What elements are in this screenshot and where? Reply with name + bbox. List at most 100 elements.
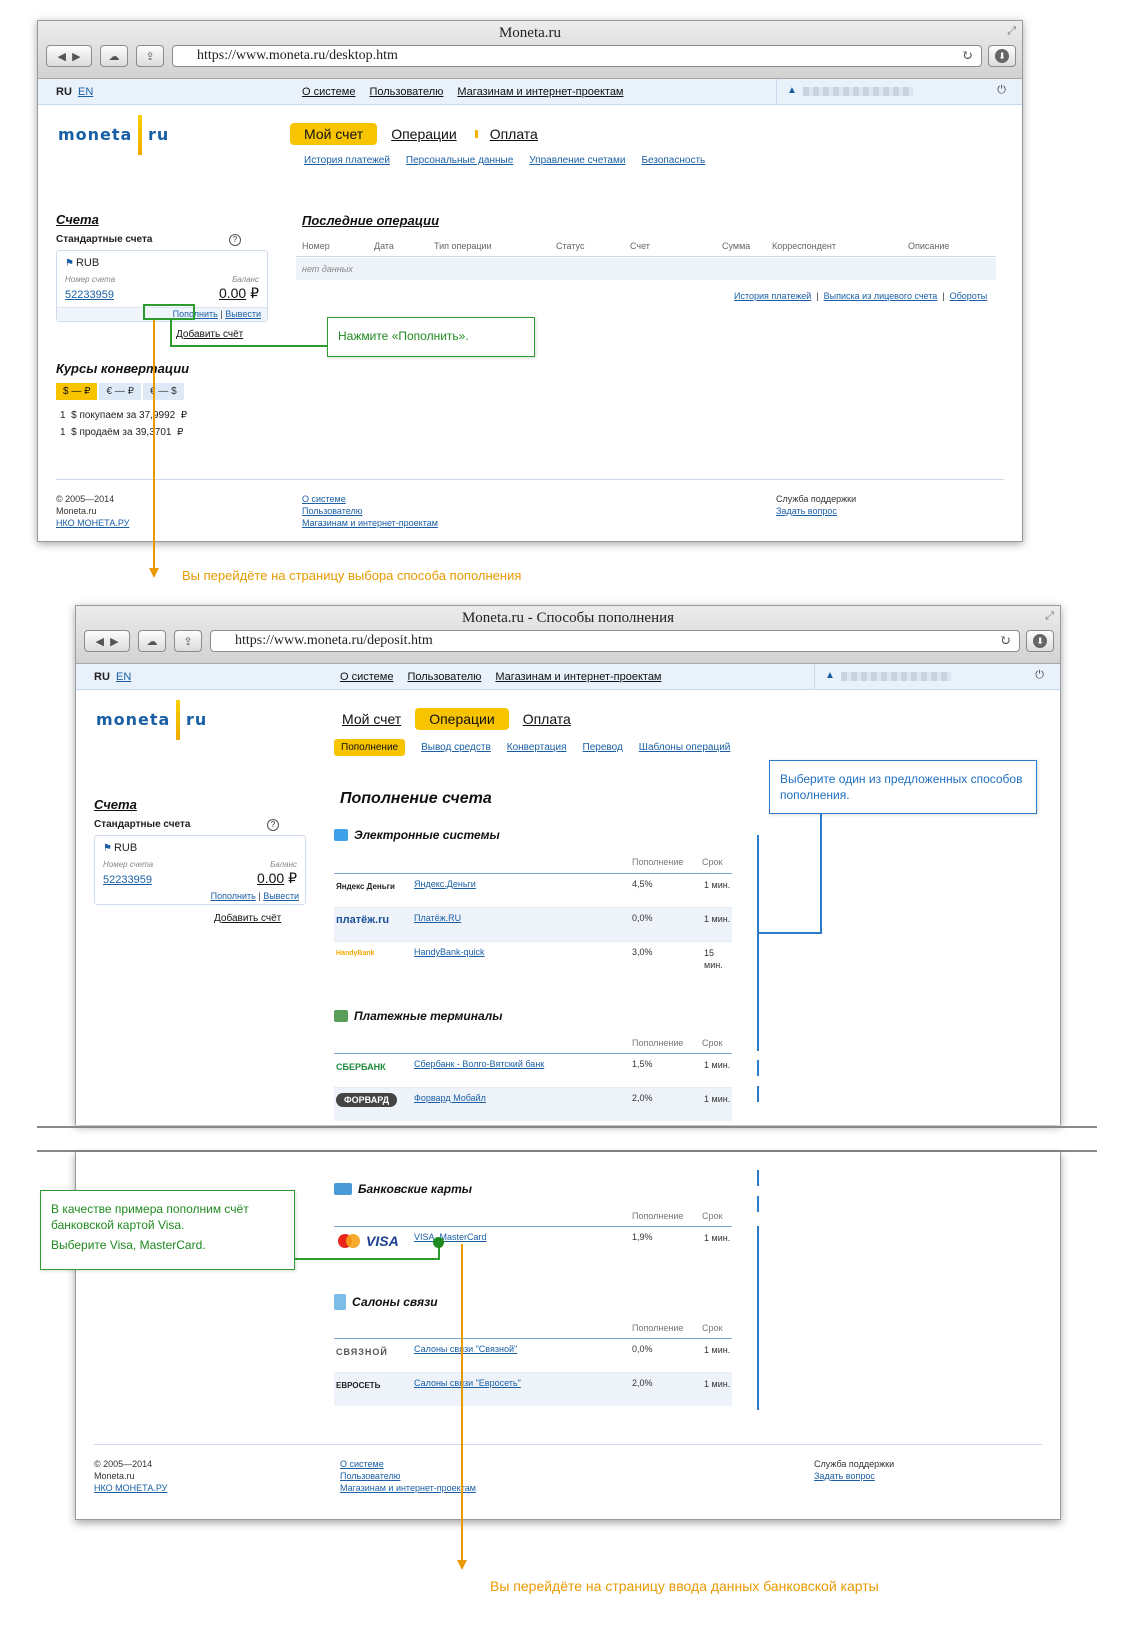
back-icon[interactable]: ◀: [57, 50, 65, 63]
moneta-logo[interactable]: moneta ru: [96, 700, 206, 740]
method-link-handybank[interactable]: HandyBank-quick: [414, 947, 485, 957]
reload-icon[interactable]: ↻: [961, 47, 973, 67]
platezh-ru-logo: платёж.ru: [336, 914, 390, 926]
add-account-link[interactable]: Добавить счёт: [176, 329, 243, 340]
expand-icon[interactable]: ⤢: [1007, 25, 1016, 38]
subnav-convert[interactable]: Конвертация: [507, 742, 567, 753]
method-pct: 0,0%: [632, 913, 653, 923]
col-topup: Пополнение: [632, 1038, 684, 1048]
bracket-blue-3: [757, 1086, 759, 1102]
account-number-link[interactable]: 52233959: [65, 289, 114, 301]
user-box[interactable]: ▲ ⏻: [814, 664, 1056, 690]
withdraw-link[interactable]: Вывести: [225, 309, 261, 319]
back-forward-buttons[interactable]: ◀ ▶: [46, 45, 92, 67]
footer-link-shops[interactable]: Магазинам и интернет-проектам: [340, 1483, 476, 1493]
ops-link-turnover[interactable]: Обороты: [950, 291, 988, 301]
footer-link-user[interactable]: Пользователю: [302, 506, 362, 516]
subnav-manage[interactable]: Управление счетами: [529, 155, 625, 166]
expand-icon[interactable]: ⤢: [1045, 610, 1054, 623]
ops-link-history[interactable]: История платежей: [734, 291, 811, 301]
nav-my-account[interactable]: Мой счет: [290, 123, 378, 145]
footer-link-about[interactable]: О системе: [340, 1459, 384, 1469]
method-link-euroset[interactable]: Салоны связи "Евросеть": [414, 1378, 521, 1388]
nav-payment[interactable]: Оплата: [509, 708, 585, 730]
ops-col-type: Тип операции: [434, 241, 492, 251]
download-button[interactable]: ⬇: [988, 45, 1016, 67]
nav-operations[interactable]: Операции: [415, 708, 509, 730]
forward-icon[interactable]: ▶: [72, 50, 80, 63]
reload-icon[interactable]: ↻: [999, 632, 1011, 652]
withdraw-link[interactable]: Вывести: [263, 891, 299, 901]
topnav-shops[interactable]: Магазинам и интернет-проектам: [457, 86, 623, 98]
rates-tab-eur-usd[interactable]: € — $: [142, 383, 184, 400]
footer-bank-link[interactable]: НКО МОНЕТА.РУ: [94, 1483, 167, 1493]
method-link-sberbank[interactable]: Сбербанк - Волго-Вятский банк: [414, 1059, 544, 1069]
cloud-button[interactable]: ☁: [138, 630, 166, 652]
nav-payment[interactable]: Оплата: [482, 123, 552, 145]
download-button[interactable]: ⬇: [1026, 630, 1054, 652]
subnav-transfer[interactable]: Перевод: [583, 742, 623, 753]
ops-link-statement[interactable]: Выписка из лицевого счета: [824, 291, 938, 301]
support-link[interactable]: Задать вопрос: [814, 1471, 875, 1481]
forward-icon[interactable]: ▶: [110, 635, 118, 648]
accounts-title[interactable]: Счета: [94, 797, 137, 812]
share-button[interactable]: ⇪: [136, 45, 164, 67]
back-forward-buttons[interactable]: ◀ ▶: [84, 630, 130, 652]
lang-en-link[interactable]: EN: [78, 86, 93, 98]
subnav-topup[interactable]: Пополнение: [334, 739, 406, 756]
callout-example-dot: [433, 1237, 444, 1248]
method-link-svyaznoy[interactable]: Салоны связи "Связной": [414, 1344, 517, 1354]
topnav-about[interactable]: О системе: [340, 671, 393, 683]
method-term: 1 мин.: [704, 880, 731, 890]
support-link[interactable]: Задать вопрос: [776, 506, 837, 516]
address-bar[interactable]: https://www.moneta.ru/deposit.htm ↻: [210, 630, 1020, 652]
back-icon[interactable]: ◀: [95, 635, 103, 648]
logo-text-right: ru: [148, 125, 170, 144]
topnav-user[interactable]: Пользователю: [407, 671, 481, 683]
user-box[interactable]: ▲ ⏻: [776, 79, 1018, 105]
balance-label: Баланс: [270, 860, 297, 869]
method-link-forward[interactable]: Форвард Мобайл: [414, 1093, 486, 1103]
exit-icon[interactable]: ⏻: [997, 84, 1006, 97]
subnav-templates[interactable]: Шаблоны операций: [639, 742, 731, 753]
user-name-blurred: [803, 87, 913, 96]
exit-icon[interactable]: ⏻: [1035, 669, 1044, 682]
rates-tab-eur-rub[interactable]: € — ₽: [99, 383, 141, 400]
method-link-platezh[interactable]: Платёж.RU: [414, 913, 461, 923]
share-button[interactable]: ⇪: [174, 630, 202, 652]
topnav-about[interactable]: О системе: [302, 86, 355, 98]
footer-bank-link[interactable]: НКО МОНЕТА.РУ: [56, 518, 129, 528]
help-icon[interactable]: ?: [229, 234, 241, 246]
callout-click-topup: Нажмите «Пополнить».: [327, 317, 535, 357]
footer-link-user[interactable]: Пользователю: [340, 1471, 400, 1481]
topup-link[interactable]: Пополнить: [211, 891, 256, 901]
account-balance: 0.00 ₽: [218, 285, 259, 301]
account-number-label: Номер счета: [103, 860, 154, 869]
method-link-yandex[interactable]: Яндекс.Деньги: [414, 879, 476, 889]
topnav-user[interactable]: Пользователю: [369, 86, 443, 98]
add-account-link[interactable]: Добавить счёт: [214, 913, 281, 924]
moneta-logo[interactable]: moneta ru: [58, 115, 168, 155]
footer-site: Moneta.ru: [94, 1471, 135, 1481]
accounts-title[interactable]: Счета: [56, 212, 99, 227]
help-icon[interactable]: ?: [267, 819, 279, 831]
subnav-security[interactable]: Безопасность: [641, 155, 705, 166]
nav-operations[interactable]: Операции: [377, 123, 471, 145]
subnav-personal[interactable]: Персональные данные: [406, 155, 513, 166]
topnav-shops[interactable]: Магазинам и интернет-проектам: [495, 671, 661, 683]
visa-logo: VISA: [366, 1233, 399, 1249]
last-operations-title[interactable]: Последние операции: [302, 213, 439, 228]
footer-link-about[interactable]: О системе: [302, 494, 346, 504]
cloud-button[interactable]: ☁: [100, 45, 128, 67]
method-link-visa-mastercard[interactable]: VISA, MasterCard: [414, 1232, 487, 1242]
nav-my-account[interactable]: Мой счет: [328, 708, 415, 730]
table-row: Яндекс Деньги Яндекс.Деньги 4,5% 1 мин.: [334, 873, 732, 907]
account-number-link[interactable]: 52233959: [103, 874, 152, 886]
lang-en-link[interactable]: EN: [116, 671, 131, 683]
method-term: 1 мин.: [704, 914, 731, 924]
rates-tab-usd-rub[interactable]: $ — ₽: [56, 383, 98, 400]
footer-link-shops[interactable]: Магазинам и интернет-проектам: [302, 518, 438, 528]
address-bar[interactable]: https://www.moneta.ru/desktop.htm ↻: [172, 45, 982, 67]
subnav-history[interactable]: История платежей: [304, 155, 390, 166]
subnav-withdraw[interactable]: Вывод средств: [421, 742, 491, 753]
